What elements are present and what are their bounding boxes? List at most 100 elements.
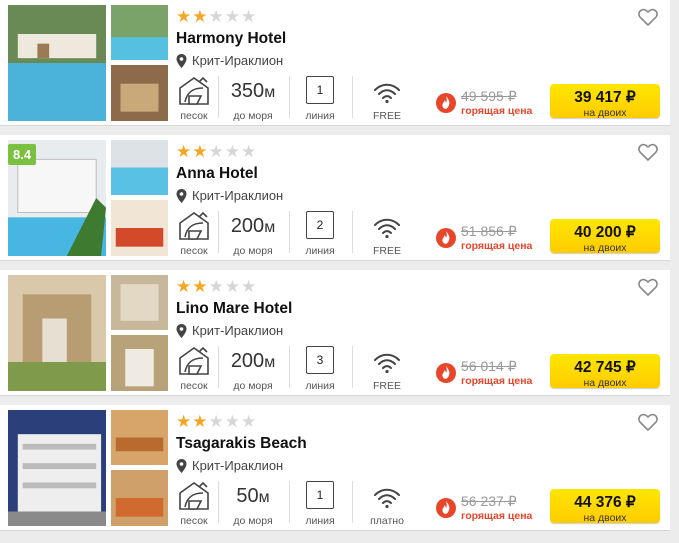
hotel-card[interactable]: 8.4 ★★★★★ Anna Hotel Крит-Ираклион песок… bbox=[0, 135, 670, 261]
line-number: 2 bbox=[306, 211, 334, 239]
line-caption: линия bbox=[305, 515, 335, 527]
price-button[interactable]: 42 745 ₽ на двоих bbox=[550, 354, 660, 389]
star-filled-icon: ★ bbox=[176, 142, 193, 161]
beach-line: 2 линия bbox=[296, 209, 344, 257]
hotel-main-photo[interactable] bbox=[8, 275, 106, 391]
hotel-thumb-photo[interactable] bbox=[111, 470, 168, 526]
star-filled-icon: ★ bbox=[192, 142, 209, 161]
wifi-label: FREE bbox=[372, 380, 401, 392]
old-price: 51 856 ₽ bbox=[461, 223, 517, 239]
hotel-photos[interactable] bbox=[8, 5, 168, 121]
star-filled-icon: ★ bbox=[176, 412, 193, 431]
beach-label: песок bbox=[180, 110, 208, 122]
price-button[interactable]: 39 417 ₽ на двоих bbox=[550, 84, 660, 119]
star-empty-icon: ★ bbox=[224, 412, 241, 431]
hotel-name[interactable]: Anna Hotel bbox=[176, 165, 258, 183]
divider bbox=[352, 346, 353, 388]
price-caption: на двоих bbox=[583, 377, 627, 389]
price-value: 39 417 ₽ bbox=[574, 89, 636, 106]
wifi-info: FREE bbox=[362, 74, 412, 122]
price-value: 44 376 ₽ bbox=[574, 494, 636, 511]
hotel-card[interactable]: ★★★★★ Tsagarakis Beach Крит-Ираклион пес… bbox=[0, 405, 670, 531]
hotel-thumb-photo[interactable] bbox=[111, 5, 168, 60]
location-text: Крит-Ираклион bbox=[192, 458, 284, 473]
line-caption: линия bbox=[305, 110, 335, 122]
wifi-icon bbox=[374, 488, 400, 509]
heart-icon[interactable] bbox=[638, 8, 658, 26]
price-value: 42 745 ₽ bbox=[574, 359, 636, 376]
distance-value: 50м bbox=[236, 485, 270, 507]
heart-icon[interactable] bbox=[638, 278, 658, 296]
hotel-location: Крит-Ираклион bbox=[176, 53, 283, 68]
beach-umbrella-icon bbox=[179, 481, 209, 510]
hotel-name[interactable]: Harmony Hotel bbox=[176, 30, 286, 48]
line-caption: линия bbox=[305, 380, 335, 392]
beach-umbrella-icon bbox=[179, 346, 209, 375]
hotel-thumb-photo[interactable] bbox=[111, 65, 168, 121]
divider bbox=[352, 481, 353, 523]
divider bbox=[218, 346, 219, 388]
star-empty-icon: ★ bbox=[241, 7, 258, 26]
price-caption: на двоих bbox=[583, 512, 627, 524]
hotel-name[interactable]: Tsagarakis Beach bbox=[176, 435, 307, 453]
hotel-location: Крит-Ираклион bbox=[176, 458, 283, 473]
wifi-icon bbox=[374, 353, 400, 374]
hotel-thumb-photo[interactable] bbox=[111, 140, 168, 195]
old-price: 56 237 ₽ bbox=[461, 493, 517, 509]
beach-type: песок bbox=[176, 74, 212, 122]
heart-icon[interactable] bbox=[638, 413, 658, 431]
hot-price-label: горящая цена bbox=[461, 240, 533, 252]
hotel-thumb-photo[interactable] bbox=[111, 335, 168, 391]
hotel-main-photo[interactable] bbox=[8, 410, 106, 526]
divider bbox=[352, 211, 353, 253]
star-filled-icon: ★ bbox=[176, 7, 193, 26]
star-filled-icon: ★ bbox=[192, 7, 209, 26]
price-button[interactable]: 44 376 ₽ на двоих bbox=[550, 489, 660, 524]
hotel-card[interactable]: ★★★★★ Harmony Hotel Крит-Ираклион песок … bbox=[0, 0, 670, 126]
line-number: 3 bbox=[306, 346, 334, 374]
location-text: Крит-Ираклион bbox=[192, 188, 284, 203]
hotel-card[interactable]: ★★★★★ Lino Mare Hotel Крит-Ираклион песо… bbox=[0, 270, 670, 396]
star-rating: ★★★★★ bbox=[176, 413, 257, 430]
price-value: 40 200 ₽ bbox=[574, 224, 636, 241]
divider bbox=[218, 76, 219, 118]
hotel-main-photo[interactable] bbox=[8, 5, 106, 121]
distance-caption: до моря bbox=[233, 380, 273, 392]
beach-label: песок bbox=[180, 515, 208, 527]
beach-type: песок bbox=[176, 209, 212, 257]
location-text: Крит-Ираклион bbox=[192, 323, 284, 338]
hotel-name[interactable]: Lino Mare Hotel bbox=[176, 300, 292, 318]
hotel-photos[interactable]: 8.4 bbox=[8, 140, 168, 256]
wifi-info: платно bbox=[362, 479, 412, 527]
beach-type: песок bbox=[176, 344, 212, 392]
divider bbox=[218, 211, 219, 253]
hotel-thumb-photo[interactable] bbox=[111, 410, 168, 465]
flame-icon bbox=[436, 228, 456, 248]
beach-line: 1 линия bbox=[296, 74, 344, 122]
wifi-info: FREE bbox=[362, 344, 412, 392]
star-empty-icon: ★ bbox=[241, 277, 258, 296]
star-rating: ★★★★★ bbox=[176, 143, 257, 160]
distance-value: 350м bbox=[230, 80, 276, 102]
sea-distance: 50м до моря bbox=[224, 479, 282, 527]
old-price: 49 595 ₽ bbox=[461, 88, 517, 104]
hot-price-label: горящая цена bbox=[461, 510, 533, 522]
line-caption: линия bbox=[305, 245, 335, 257]
distance-caption: до моря bbox=[233, 110, 273, 122]
star-empty-icon: ★ bbox=[208, 277, 225, 296]
heart-icon[interactable] bbox=[638, 143, 658, 161]
hotel-photos[interactable] bbox=[8, 410, 168, 526]
wifi-icon bbox=[374, 218, 400, 239]
price-button[interactable]: 40 200 ₽ на двоих bbox=[550, 219, 660, 254]
sea-distance: 200м до моря bbox=[224, 209, 282, 257]
hotel-photos[interactable] bbox=[8, 275, 168, 391]
sea-distance: 200м до моря bbox=[224, 344, 282, 392]
star-empty-icon: ★ bbox=[241, 142, 258, 161]
hotel-thumb-photo[interactable] bbox=[111, 275, 168, 330]
hotel-location: Крит-Ираклион bbox=[176, 323, 283, 338]
rating-badge: 8.4 bbox=[8, 144, 37, 165]
distance-caption: до моря bbox=[233, 515, 273, 527]
wifi-icon bbox=[374, 83, 400, 104]
hotel-thumb-photo[interactable] bbox=[111, 200, 168, 256]
divider bbox=[289, 211, 290, 253]
